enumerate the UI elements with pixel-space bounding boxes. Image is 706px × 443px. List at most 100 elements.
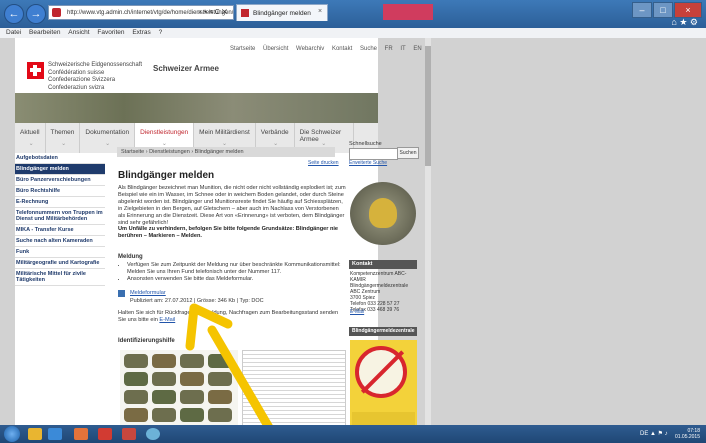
- topnav-uebersicht[interactable]: Übersicht: [263, 46, 288, 52]
- scrollbar-thumb[interactable]: [425, 46, 431, 166]
- intro-text: Als Blindgänger bezeichnet man Munition,…: [118, 185, 346, 226]
- sidebar-item-kameraden[interactable]: Suche nach alten Kameraden: [15, 236, 105, 247]
- email-link[interactable]: E-Mail: [159, 317, 175, 323]
- tab-themen[interactable]: Themen ⌄: [46, 123, 81, 153]
- badge-emblem: [369, 198, 397, 228]
- annotation-arrow-icon: [185, 303, 283, 443]
- list-item: Verfügen Sie zum Zeitpunkt der Meldung n…: [127, 262, 355, 276]
- sidebar-item-aufgebotsdaten[interactable]: Aufgebotsdaten: [15, 153, 105, 164]
- meldezentrale-heading: Blindgängermeldezentrale: [349, 327, 417, 336]
- topnav-it[interactable]: IT: [400, 46, 405, 52]
- browser-tab[interactable]: Blindgänger melden: [236, 4, 328, 21]
- menu-bar: Datei Bearbeiten Ansicht Favoriten Extra…: [0, 28, 706, 38]
- site-title: Schweizer Armee: [153, 64, 219, 73]
- ordnance-image: [152, 408, 176, 422]
- explorer-icon[interactable]: [28, 428, 42, 440]
- poster-footer: [352, 412, 415, 425]
- sidebar-item-militaergeografie[interactable]: Militärgeografie und Kartografie: [15, 258, 105, 269]
- sidebar-item-funk[interactable]: Funk: [15, 247, 105, 258]
- meldung-heading: Meldung: [118, 254, 143, 260]
- breadcrumb[interactable]: Startseite › Dienstleistungen › Blindgän…: [117, 147, 335, 157]
- menu-help[interactable]: ?: [159, 29, 163, 36]
- ordnance-image: [124, 354, 148, 368]
- kontakt-line: Kompetenzzentrum ABC-KAMIR: [350, 271, 407, 283]
- minimize-button[interactable]: –: [632, 2, 652, 18]
- sidebar-item-militaerische-mittel[interactable]: Militärische Mittel für zivile Tätigkeit…: [15, 269, 105, 286]
- chevron-down-icon: ⌄: [61, 141, 67, 147]
- ordnance-image: [124, 408, 148, 422]
- ordnance-image: [152, 372, 176, 386]
- tab-aktuell[interactable]: Aktuell ⌄: [15, 123, 46, 153]
- new-tab-area[interactable]: [383, 4, 433, 20]
- browser-toolbar-icons[interactable]: ⌂ ★ ⚙: [671, 17, 698, 28]
- ordnance-image: [124, 372, 148, 386]
- menu-extras[interactable]: Extras: [132, 29, 150, 36]
- powerpoint-icon[interactable]: [122, 428, 136, 440]
- topnav-en[interactable]: EN: [413, 46, 421, 52]
- menu-datei[interactable]: Datei: [6, 29, 21, 36]
- meldung-list: Verfügen Sie zum Zeitpunkt der Meldung n…: [118, 262, 355, 283]
- media-player-icon[interactable]: [74, 428, 88, 440]
- document-icon[interactable]: [118, 290, 125, 297]
- ie-icon[interactable]: [48, 428, 62, 440]
- back-button[interactable]: ←: [4, 4, 24, 24]
- forward-button[interactable]: →: [26, 4, 46, 24]
- menu-bearbeiten[interactable]: Bearbeiten: [29, 29, 60, 36]
- system-tray-icons[interactable]: DE ▲ ⚑ ♪: [640, 430, 668, 437]
- topnav-webarchiv[interactable]: Webarchiv: [296, 46, 324, 52]
- site-favicon-icon: [52, 8, 61, 17]
- sidebar-item-e-rechnung[interactable]: E-Rechnung: [15, 197, 105, 208]
- warning-text: Um Unfälle zu verhindern, befolgen Sie b…: [118, 226, 339, 239]
- header-banner-image: [15, 93, 378, 123]
- tab-label: Mein Militärdienst: [199, 129, 250, 136]
- acrobat-icon[interactable]: [98, 428, 112, 440]
- clock-date: 01.05.2015: [674, 434, 700, 440]
- tab-label: Themen: [50, 129, 75, 136]
- browser-taskbar-icon[interactable]: [146, 428, 160, 440]
- menu-favoriten[interactable]: Favoriten: [97, 29, 124, 36]
- clock[interactable]: 07:18 01.05.2015: [675, 428, 700, 440]
- tab-label: Verbände: [260, 129, 289, 136]
- sidebar-item-rechtshilfe[interactable]: Büro Rechtshilfe: [15, 186, 105, 197]
- address-bar-controls[interactable]: ⌕ ▾ ≡ C ✕: [198, 5, 227, 20]
- confederation-fr: Confédération suisse: [48, 69, 105, 76]
- start-button-icon[interactable]: [4, 426, 20, 442]
- chevron-down-icon: ⌄: [28, 141, 34, 147]
- topnav-suche[interactable]: Suche: [360, 46, 377, 52]
- tab-favicon-icon: [241, 9, 249, 17]
- tab-close-icon[interactable]: ×: [318, 8, 322, 15]
- list-item: Ansonsten verwenden Sie bitte das Meldef…: [127, 276, 355, 283]
- confederation-text: Schweizerische Eidgenossenschaft Confédé…: [48, 62, 142, 92]
- topnav-kontakt[interactable]: Kontakt: [332, 46, 352, 52]
- tab-label: Aktuell: [20, 129, 40, 136]
- topnav-fr[interactable]: FR: [385, 46, 393, 52]
- confederation-de: Schweizerische Eidgenossenschaft: [48, 62, 143, 68]
- ordnance-image: [152, 354, 176, 368]
- cross-bar: [33, 65, 37, 76]
- sidebar-item-telefonnummern[interactable]: Telefonnummern von Truppen im Dienst und…: [15, 208, 105, 225]
- identification-heading: Identifizierungshilfe: [118, 338, 175, 344]
- ordnance-image: [124, 390, 148, 404]
- chevron-down-icon: ⌄: [105, 141, 111, 147]
- advanced-search-link[interactable]: Erweiterte Suche: [349, 160, 387, 166]
- menu-ansicht[interactable]: Ansicht: [68, 29, 89, 36]
- confederation-it: Confederazione Svizzera: [48, 77, 116, 83]
- window-controls: – □ ×: [631, 2, 702, 18]
- ordnance-image: [152, 390, 176, 404]
- page-title: Blindgänger melden: [118, 170, 215, 181]
- meldeformular-link[interactable]: Meldeformular: [130, 290, 166, 296]
- sidebar-item-panzerverschiebungen[interactable]: Büro Panzerverschiebungen: [15, 175, 105, 186]
- kontakt-email-link[interactable]: E-Mail: [350, 309, 364, 315]
- nav-buttons: ← →: [4, 4, 48, 24]
- sidebar-item-mika[interactable]: MIKA - Transfer Kurse: [15, 225, 105, 236]
- maximize-button[interactable]: □: [653, 2, 673, 18]
- sidebar-item-blindgaenger[interactable]: Blindgänger melden: [15, 164, 105, 175]
- close-button[interactable]: ×: [674, 2, 702, 18]
- print-link[interactable]: Seite drucken: [308, 160, 339, 166]
- topnav-startseite[interactable]: Startseite: [230, 46, 255, 52]
- search-input[interactable]: [349, 148, 398, 160]
- tab-label: Dokumentation: [85, 129, 130, 136]
- confederation-rm: Confederaziun svizra: [48, 84, 105, 91]
- search-button[interactable]: Suchen: [397, 147, 419, 159]
- kontakt-body: Kompetenzzentrum ABC-KAMIR Blindgängerme…: [350, 271, 418, 313]
